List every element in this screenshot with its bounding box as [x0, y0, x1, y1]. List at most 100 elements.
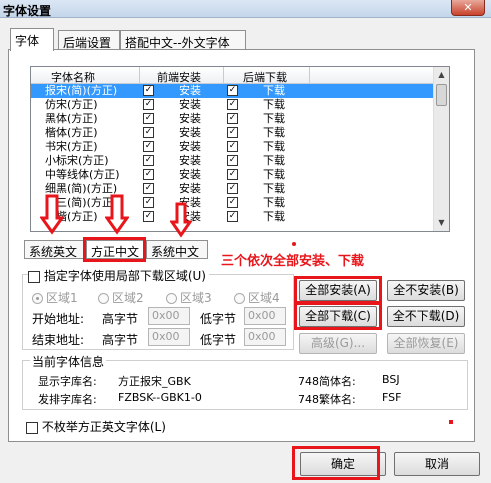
- install-text: 安装: [179, 112, 201, 125]
- install-checkbox[interactable]: ✓: [143, 141, 154, 152]
- red-dot: [292, 242, 296, 246]
- download-checkbox[interactable]: ✓: [227, 99, 238, 110]
- cancel-button[interactable]: 取消: [394, 452, 480, 476]
- close-button[interactable]: ✕: [451, 0, 485, 16]
- subtab-system-english[interactable]: 系统英文: [24, 240, 84, 259]
- install-checkbox[interactable]: ✓: [143, 197, 154, 208]
- header-front-install[interactable]: 前端安装: [157, 69, 201, 85]
- red-dot: [449, 420, 453, 424]
- download-checkbox[interactable]: ✓: [227, 113, 238, 124]
- red-arrow-icon: [40, 194, 64, 235]
- list-item[interactable]: 行楷(方正) ✓ 安装 ✓ 下载: [31, 210, 435, 224]
- list-item[interactable]: 楷体(方正) ✓ 安装 ✓ 下载: [31, 126, 435, 140]
- radio-region-1[interactable]: 区域1: [32, 289, 78, 306]
- install-text: 安装: [179, 154, 201, 167]
- end-low-input[interactable]: 0x00: [244, 328, 286, 346]
- download-checkbox[interactable]: ✓: [227, 155, 238, 166]
- radio-region-3[interactable]: 区域3: [166, 289, 212, 306]
- highlight-box: [292, 446, 380, 480]
- list-item[interactable]: 仿宋(方正) ✓ 安装 ✓ 下载: [31, 98, 435, 112]
- install-checkbox[interactable]: ✓: [143, 113, 154, 124]
- install-checkbox[interactable]: ✓: [143, 169, 154, 180]
- title-bar: 字体设置 ✕: [0, 0, 491, 18]
- install-text: 安装: [179, 126, 201, 139]
- header-back-download[interactable]: 后端下载: [243, 69, 287, 85]
- font-name: 中等线体(方正): [45, 168, 120, 181]
- start-low-input[interactable]: 0x00: [244, 307, 286, 325]
- header-font-name[interactable]: 字体名称: [51, 69, 95, 85]
- install-checkbox[interactable]: ✓: [143, 99, 154, 110]
- no-list-english-checkbox[interactable]: 不枚举方正英文字体(L): [26, 418, 166, 435]
- download-text: 下载: [263, 210, 285, 223]
- annotation-text: 三个依次全部安装、下载: [221, 254, 365, 269]
- radio-region-2[interactable]: 区域2: [98, 289, 144, 306]
- download-checkbox[interactable]: ✓: [227, 85, 238, 96]
- highlight-box: [294, 302, 382, 330]
- display-name-label: 显示字库名:: [38, 375, 97, 388]
- install-text: 安装: [179, 140, 201, 153]
- list-item[interactable]: 黑体(方正) ✓ 安装 ✓ 下载: [31, 112, 435, 126]
- font-list[interactable]: 字体名称 前端安装 后端下载 报宋(简)(方正) ✓ 安装 ✓ 下载 仿宋(方正) ✓ 安装 ✓…: [30, 66, 450, 232]
- font-name: 仿宋(方正): [45, 98, 98, 111]
- scroll-up-icon[interactable]: ▲: [434, 67, 449, 83]
- download-text: 下载: [263, 168, 285, 181]
- install-checkbox[interactable]: ✓: [143, 85, 154, 96]
- list-item[interactable]: 书宋(方正) ✓ 安装 ✓ 下载: [31, 140, 435, 154]
- start-high-input[interactable]: 0x00: [148, 307, 190, 325]
- highlight-box: [83, 237, 146, 262]
- scroll-thumb[interactable]: [436, 84, 447, 106]
- list-item[interactable]: 小标宋(方正) ✓ 安装 ✓ 下载: [31, 154, 435, 168]
- partial-download-check[interactable]: [28, 270, 40, 283]
- install-text: 安装: [179, 98, 201, 111]
- list-item[interactable]: 细黑(简)(方正) ✓ 安装 ✓ 下载: [31, 182, 435, 196]
- tab-fonts[interactable]: 字体: [10, 28, 54, 51]
- partial-download-checkbox[interactable]: 指定字体使用局部下载区域(U): [28, 267, 209, 284]
- end-high-input[interactable]: 0x00: [148, 328, 190, 346]
- install-checkbox[interactable]: ✓: [143, 127, 154, 138]
- install-text: 安装: [179, 168, 201, 181]
- download-checkbox[interactable]: ✓: [227, 141, 238, 152]
- list-item[interactable]: 报三(简)(方正) ✓ 安装 ✓ 下载: [31, 196, 435, 210]
- red-arrow-icon: [105, 194, 129, 235]
- font-name: 报宋(简)(方正): [45, 84, 118, 97]
- download-text: 下载: [263, 112, 285, 125]
- typeset-name-label: 发排字库名:: [38, 393, 97, 406]
- download-checkbox[interactable]: ✓: [227, 169, 238, 180]
- download-checkbox[interactable]: ✓: [227, 197, 238, 208]
- undownload-all-button[interactable]: 全不下载(D): [387, 306, 465, 327]
- font-name: 楷体(方正): [45, 126, 98, 139]
- download-checkbox[interactable]: ✓: [227, 127, 238, 138]
- install-text: 安装: [179, 84, 201, 97]
- download-text: 下载: [263, 98, 285, 111]
- download-checkbox[interactable]: ✓: [227, 211, 238, 222]
- font-info-title: 当前字体信息: [30, 353, 107, 370]
- list-scrollbar[interactable]: ▲ ▼: [433, 67, 449, 231]
- install-checkbox[interactable]: ✓: [143, 155, 154, 166]
- download-text: 下载: [263, 140, 285, 153]
- uninstall-all-button[interactable]: 全不安装(B): [387, 280, 465, 301]
- highlight-box: [294, 276, 382, 304]
- list-item[interactable]: 报宋(简)(方正) ✓ 安装 ✓ 下载: [31, 84, 435, 98]
- end-low-label: 低字节: [200, 333, 237, 347]
- scroll-down-icon[interactable]: ▼: [434, 215, 449, 231]
- download-text: 下载: [263, 196, 285, 209]
- install-checkbox[interactable]: ✓: [143, 183, 154, 194]
- start-low-label: 低字节: [200, 312, 237, 326]
- restore-all-button[interactable]: 全部恢复(E): [387, 333, 465, 354]
- download-text: 下载: [263, 126, 285, 139]
- no-list-english-check[interactable]: [26, 421, 38, 434]
- window-title: 字体设置: [3, 4, 52, 18]
- install-checkbox[interactable]: ✓: [143, 211, 154, 222]
- download-checkbox[interactable]: ✓: [227, 183, 238, 194]
- font-name: 黑体(方正): [45, 112, 98, 125]
- subtab-system-chinese[interactable]: 系统中文: [146, 240, 208, 259]
- advanced-button[interactable]: 高级(G)...: [299, 333, 377, 354]
- simplified-name-label: 748简体名:: [298, 375, 356, 388]
- font-name: 书宋(方正): [45, 140, 98, 153]
- end-address-label: 结束地址:: [32, 333, 85, 347]
- install-text: 安装: [179, 182, 201, 195]
- radio-region-4[interactable]: 区域4: [234, 289, 280, 306]
- list-item[interactable]: 中等线体(方正) ✓ 安装 ✓ 下载: [31, 168, 435, 182]
- no-list-english-label: 不枚举方正英文字体(L): [41, 420, 166, 434]
- download-text: 下载: [263, 84, 285, 97]
